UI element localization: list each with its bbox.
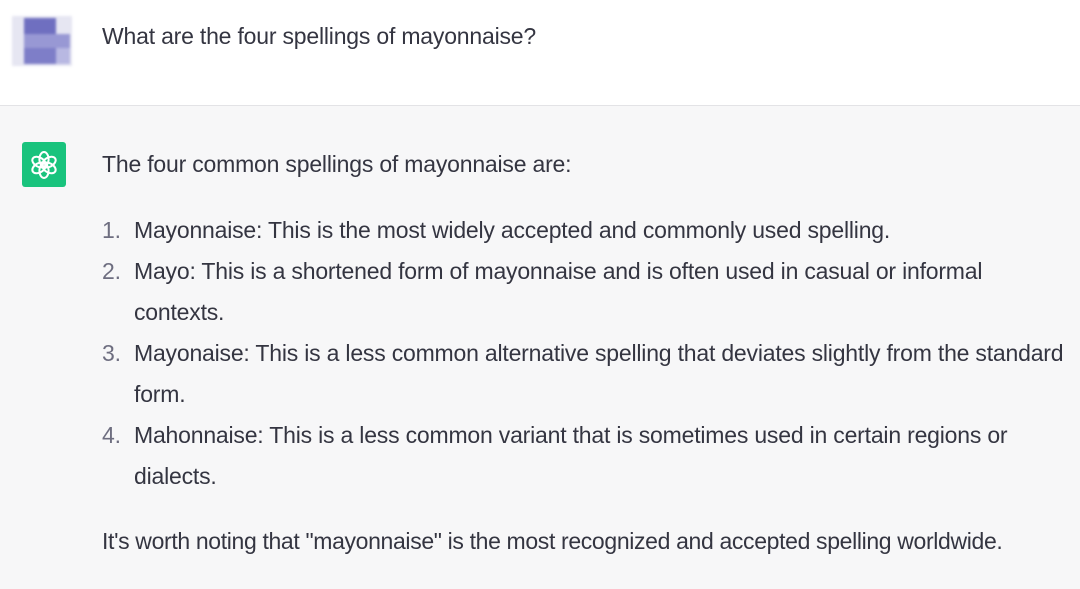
list-item: 3. Mayonaise: This is a less common alte… [102,333,1067,415]
list-item-text: Mayonaise: This is a less common alterna… [134,340,1064,407]
openai-logo-icon [22,142,66,187]
list-item-number: 4. [102,422,121,448]
list-item: 2. Mayo: This is a shortened form of may… [102,251,1067,333]
spellings-list: 1. Mayonnaise: This is the most widely a… [102,210,1067,497]
list-item: 4. Mahonnaise: This is a less common var… [102,415,1067,497]
user-avatar [12,16,72,66]
list-item-number: 2. [102,258,121,284]
list-item-text: Mayo: This is a shortened form of mayonn… [134,258,983,325]
openai-logo-glyph [31,150,57,179]
list-item-number: 1. [102,217,121,243]
list-item: 1. Mayonnaise: This is the most widely a… [102,210,1067,251]
user-message-row: What are the four spellings of mayonnais… [0,0,1080,106]
assistant-message-row: The four common spellings of mayonnaise … [0,106,1080,589]
assistant-intro-text: The four common spellings of mayonnaise … [102,151,572,177]
assistant-message-content: The four common spellings of mayonnaise … [102,149,1067,556]
list-item-text: Mayonnaise: This is the most widely acce… [134,217,891,243]
list-item-text: Mahonnaise: This is a less common varian… [134,422,1008,489]
user-message-text: What are the four spellings of mayonnais… [102,23,536,49]
assistant-closing-text: It's worth noting that "mayonnaise" is t… [102,528,1003,554]
list-item-number: 3. [102,340,121,366]
